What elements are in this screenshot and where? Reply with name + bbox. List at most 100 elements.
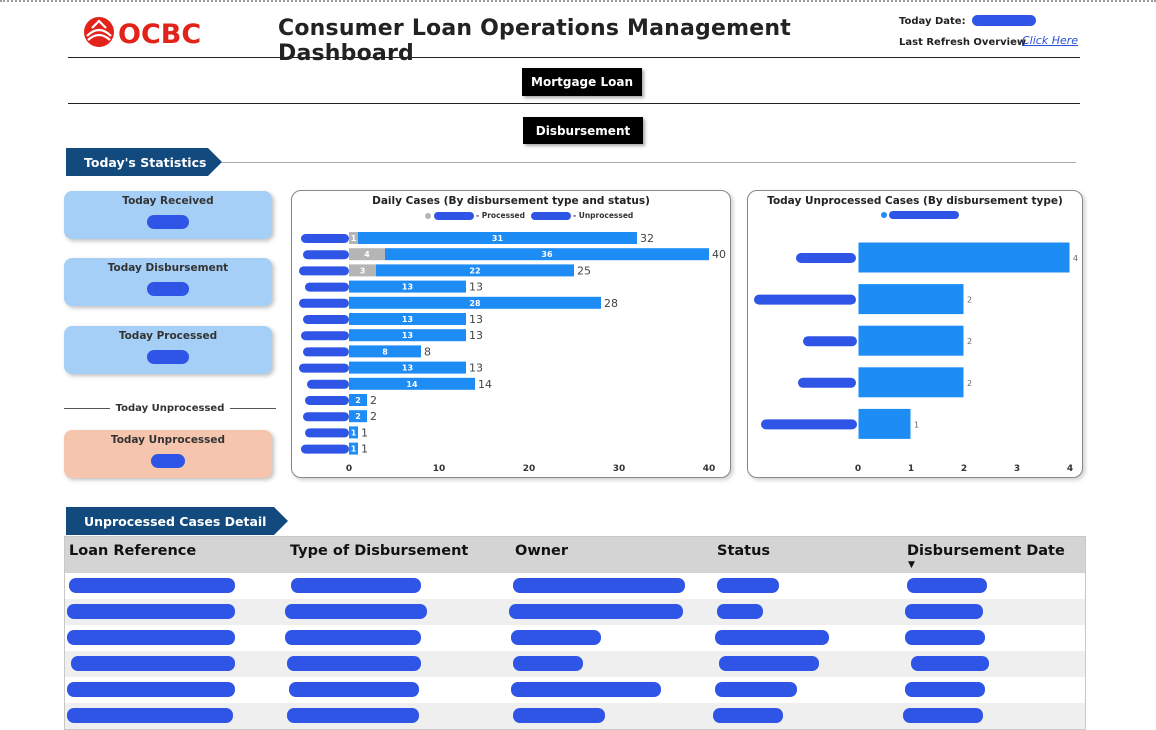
table-cell-redacted [513,708,605,723]
divider-line-left [64,407,110,409]
bar-processed-label: 3 [360,266,366,275]
table-cell-redacted [67,604,235,619]
col-status[interactable]: Status [717,543,770,559]
table-cell-redacted [905,630,985,645]
bar-total-label: 13 [469,362,483,375]
page-title: Consumer Loan Operations Management Dash… [278,16,791,66]
today-received-card[interactable]: Today Received [64,191,272,239]
today-unprocessed-card[interactable]: Today Unprocessed [64,430,272,478]
bar-unprocessed [857,283,965,316]
today-disbursement-value-redacted [147,282,189,296]
unprocessed-cases-chart-panel[interactable]: Today Unprocessed Cases (By disbursement… [747,190,1083,478]
table-cell-redacted [509,604,683,619]
bar-total-label: 13 [469,329,483,342]
mortgage-loan-button[interactable]: Mortgage Loan [522,68,642,96]
table-cell-redacted [903,708,983,723]
col-type-of-disbursement[interactable]: Type of Disbursement [290,543,468,559]
x-tick-label: 40 [703,464,716,474]
bar-unprocessed-label: 2 [355,412,361,421]
today-disbursement-card[interactable]: Today Disbursement [64,258,272,306]
table-row[interactable] [65,573,1085,599]
table-cell-redacted [715,630,829,645]
today-processed-value-redacted [147,350,189,364]
table-cell-redacted [911,656,989,671]
bar-unprocessed-label: 2 [355,396,361,405]
bar-unprocessed [857,407,912,440]
category-label-redacted [299,298,349,308]
bar-unprocessed-label: 13 [402,283,413,292]
table-row[interactable] [65,625,1085,651]
today-unprocessed-divider: Today Unprocessed [64,400,276,416]
today-processed-title: Today Processed [118,330,218,342]
x-tick-label: 30 [613,464,626,474]
x-tick-label: 1 [908,464,914,474]
table-cell-redacted [511,630,601,645]
today-date-label: Today Date: [899,16,966,27]
x-tick-label: 2 [961,464,967,474]
table-row[interactable] [65,703,1085,729]
category-label-redacted [303,315,349,324]
category-label-redacted [303,250,349,260]
bar-total-label: 14 [478,378,492,391]
daily-cases-chart-panel[interactable]: Daily Cases (By disbursement type and st… [291,190,731,478]
category-label-redacted [803,336,857,347]
bar-total-label: 40 [712,248,726,261]
col-loan-reference[interactable]: Loan Reference [69,543,196,559]
category-label-redacted [754,294,856,305]
table-row[interactable] [65,677,1085,703]
bar-unprocessed-label: 36 [541,250,553,259]
top-dotted-border [0,0,1156,2]
bar-unprocessed [857,324,965,357]
disbursement-button[interactable]: Disbursement [523,117,643,144]
bar-total-label: 2 [370,410,377,423]
today-received-value-redacted [147,215,189,229]
today-processed-card[interactable]: Today Processed [64,326,272,374]
bar-unprocessed-label: 13 [402,315,413,324]
category-label-redacted [301,234,349,243]
bar-total-label: 13 [469,313,483,326]
bar-total-label: 1 [361,426,368,439]
ocbc-logo: OCBC [84,17,201,50]
bar-unprocessed-label: 1 [351,428,357,437]
table-cell-redacted [511,682,661,697]
x-tick-label: 20 [523,464,536,474]
today-date-redacted [972,15,1036,26]
table-cell-redacted [717,604,763,619]
category-label-redacted [307,379,349,389]
table-cell-redacted [905,604,983,619]
header-rule [68,57,1080,58]
table-cell-redacted [287,708,419,723]
unprocessed-cases-table[interactable]: Loan Reference Type of Disbursement Owne… [64,536,1086,730]
today-unprocessed-value-redacted [151,454,185,468]
x-tick-label: 3 [1014,464,1020,474]
table-cell-redacted [719,656,819,671]
table-row[interactable] [65,599,1085,625]
table-cell-redacted [285,630,421,645]
table-row[interactable] [65,651,1085,677]
category-label-redacted [299,363,349,373]
unprocessed-detail-banner: Unprocessed Cases Detail [66,507,288,535]
sort-desc-icon[interactable]: ▼ [908,560,915,570]
category-label-redacted [305,396,349,405]
x-tick-label: 0 [855,464,861,474]
bar-processed-label: 4 [364,250,370,259]
category-label-redacted [303,347,349,357]
click-here-link[interactable]: Click Here [1022,34,1078,47]
table-cell-redacted [289,682,419,697]
bar-value-label: 4 [1073,254,1078,263]
bar-unprocessed-label: 13 [402,331,413,340]
table-cell-redacted [715,682,797,697]
bar-unprocessed-label: 1 [351,445,357,454]
table-cell-redacted [285,604,427,619]
category-label-redacted [301,444,349,454]
bar-total-label: 8 [424,345,431,358]
category-label-redacted [305,428,349,438]
bar-unprocessed-label: 22 [469,266,480,275]
category-label-redacted [299,266,349,276]
col-disbursement-date[interactable]: Disbursement Date [907,543,1065,559]
table-cell-redacted [291,578,421,593]
category-label-redacted [796,253,856,263]
bar-total-label: 13 [469,281,483,294]
col-owner[interactable]: Owner [515,543,568,559]
category-label-redacted [301,331,349,341]
